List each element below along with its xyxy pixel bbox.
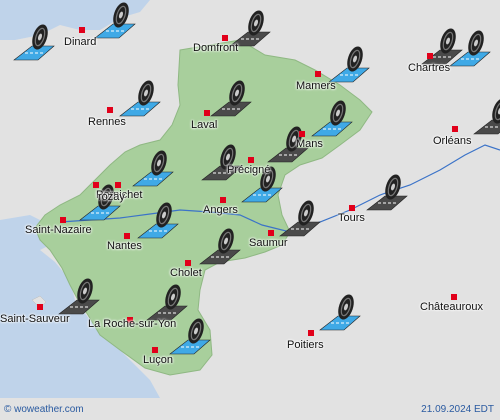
city-label: Poitiers: [287, 339, 324, 351]
weather-map: Dinard Domfront Chartres Mamers Rennes Laval M…: [0, 0, 500, 420]
city-marker-icon: [115, 182, 121, 188]
city-marker-icon: [204, 110, 210, 116]
city-label: Rennes: [88, 116, 126, 128]
city-marker-icon: [60, 217, 66, 223]
city-marker-icon: [152, 347, 158, 353]
road-tire-icon[interactable]: [118, 78, 164, 120]
city-marker-icon: [451, 294, 457, 300]
city-marker-icon: [124, 233, 130, 239]
footer: © woweather.com 21.09.2024 EDT: [0, 398, 500, 420]
city-label: Orléans: [433, 135, 472, 147]
city-marker-icon: [222, 35, 228, 41]
city-marker-icon: [248, 157, 254, 163]
city-label: Précigné: [227, 164, 271, 176]
city-label: Domfront: [193, 42, 239, 54]
road-tire-icon[interactable]: [198, 226, 244, 268]
road-tire-icon[interactable]: [93, 0, 139, 42]
city-marker-icon: [185, 260, 191, 266]
road-tire-icon[interactable]: [131, 148, 177, 190]
city-label: Tours: [338, 212, 365, 224]
city-marker-icon: [308, 330, 314, 336]
road-tire-icon[interactable]: [209, 78, 255, 120]
road-tire-icon[interactable]: [472, 96, 500, 138]
city-marker-icon: [452, 126, 458, 132]
city-label: Mamers: [296, 80, 336, 92]
road-tire-icon[interactable]: [136, 200, 182, 242]
road-tire-icon[interactable]: [310, 98, 356, 140]
road-tire-icon[interactable]: [200, 142, 246, 184]
city-label: rozay: [98, 191, 125, 203]
city-label: Mans: [296, 138, 323, 150]
city-label: Saint-Nazaire: [25, 224, 92, 236]
road-tire-icon[interactable]: [318, 292, 364, 334]
city-marker-icon: [315, 71, 321, 77]
city-marker-icon: [299, 131, 305, 137]
city-label: Cholet: [170, 267, 202, 279]
city-label: Châteauroux: [420, 301, 483, 313]
city-label: Saint-Sauveur: [0, 313, 70, 325]
road-tire-icon[interactable]: [365, 172, 411, 214]
date-stamp: 21.09.2024 EDT: [421, 404, 494, 415]
city-label: Luçon: [143, 354, 173, 366]
city-label: La Roche-sur-Yon: [88, 318, 177, 330]
road-tire-icon[interactable]: [12, 22, 58, 64]
city-label: Saumur: [249, 237, 288, 249]
city-label: Laval: [191, 119, 218, 131]
city-label: Nantes: [107, 240, 142, 252]
city-marker-icon: [107, 107, 113, 113]
city-marker-icon: [268, 230, 274, 236]
city-marker-icon: [349, 205, 355, 211]
copyright-link[interactable]: © woweather.com: [4, 404, 84, 415]
city-label: Angers: [203, 204, 238, 216]
city-label: Dinard: [64, 36, 97, 48]
city-marker-icon: [220, 197, 226, 203]
city-marker-icon: [93, 182, 99, 188]
city-marker-icon: [79, 27, 85, 33]
city-marker-icon: [37, 304, 43, 310]
city-marker-icon: [427, 53, 433, 59]
road-tire-icon[interactable]: [278, 198, 324, 240]
road-tire-icon[interactable]: [57, 276, 103, 318]
city-label: Chartres: [408, 62, 451, 74]
